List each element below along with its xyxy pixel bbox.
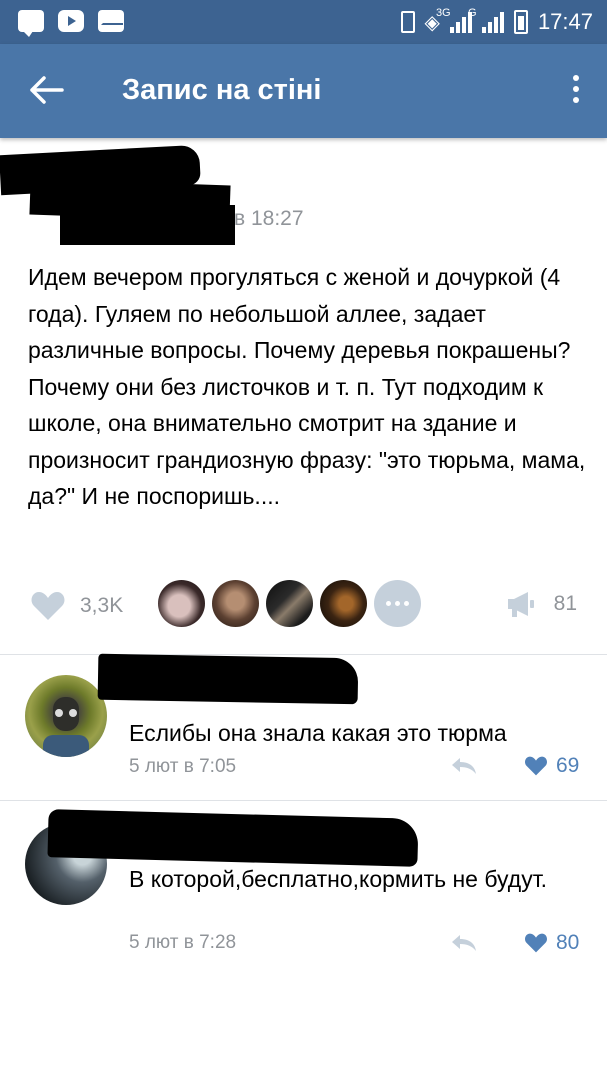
arrow-left-icon [30, 76, 64, 104]
divider [0, 654, 607, 655]
battery-icon [513, 10, 528, 34]
youtube-icon [58, 10, 84, 32]
more-likes-button[interactable] [374, 580, 421, 627]
redacted-commenter [47, 809, 419, 867]
mail-icon [98, 10, 124, 32]
comment-like-button[interactable]: 80 [524, 931, 579, 955]
avatar[interactable] [158, 580, 205, 627]
page-title: Запис на стіні [122, 74, 322, 106]
chat-icon [18, 10, 44, 37]
post-text: Идем вечером прогуляться с женой и дочур… [28, 264, 586, 509]
avatar[interactable] [212, 580, 259, 627]
redacted-commenter [97, 653, 359, 705]
comment-avatar[interactable] [25, 675, 107, 757]
network-g-label: G [467, 7, 477, 19]
divider [0, 800, 607, 801]
more-menu-button[interactable] [571, 72, 581, 112]
heart-icon [31, 592, 65, 620]
comment-text: Еслибы она знала какая это тюрма [129, 720, 507, 746]
comment-date: 5 лют в 7:28 [129, 932, 237, 953]
comment-date: 5 лют в 7:05 [129, 756, 237, 777]
reply-icon[interactable] [450, 933, 478, 953]
avatar[interactable] [320, 580, 367, 627]
app-bar: Запис на стіні [0, 44, 607, 138]
more-vertical-icon [573, 75, 579, 81]
megaphone-icon [507, 592, 534, 617]
share-button[interactable]: 81 [506, 590, 577, 618]
vibrate-icon [400, 11, 415, 33]
comment-text: В которой,бесплатно,кормить не будут. [129, 866, 548, 892]
back-button[interactable] [28, 72, 68, 108]
notification-icons [18, 10, 124, 37]
comment-like-count: 69 [556, 754, 580, 777]
reply-icon[interactable] [450, 756, 478, 776]
status-bar: ◈ 3G G 17:47 [0, 0, 607, 44]
comment-like-button[interactable]: 69 [524, 754, 579, 778]
heart-icon [525, 933, 547, 953]
redacted-author [60, 205, 235, 245]
post-time: в 18:27 [234, 207, 304, 230]
like-count: 3,3K [80, 594, 124, 617]
avatar[interactable] [266, 580, 313, 627]
system-icons: ◈ 3G G 17:47 [400, 7, 593, 35]
heart-icon [525, 756, 547, 776]
liked-by-avatars[interactable] [158, 580, 421, 627]
signal-icon: G [468, 7, 504, 33]
comment-like-count: 80 [556, 931, 580, 954]
network-3g-label: 3G [435, 7, 451, 19]
like-button[interactable]: 3,3K [30, 590, 123, 622]
share-count: 81 [553, 592, 577, 615]
status-time: 17:47 [537, 9, 593, 34]
